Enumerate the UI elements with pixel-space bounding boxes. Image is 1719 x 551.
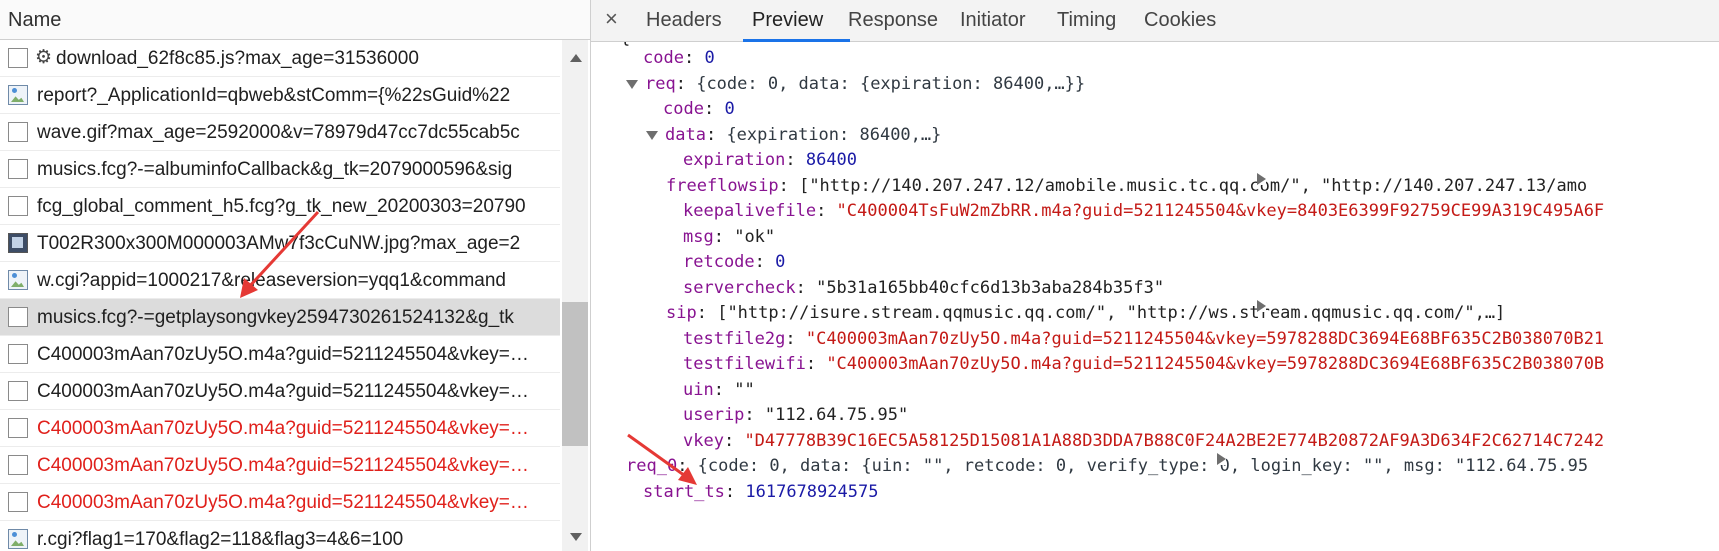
json-req-0[interactable]: req_0: {code: 0, data: {uin: "", retcode…: [626, 453, 1588, 479]
json-servercheck: servercheck: "5b31a165bb40cfc6d13b3aba28…: [683, 278, 1165, 298]
document-icon: [8, 196, 28, 216]
image-file-icon: [8, 270, 28, 290]
scrollbar-thumb[interactable]: [562, 302, 588, 446]
json-vkey: vkey: "D47778B39C16EC5A58125D15081A1A88D…: [683, 431, 1605, 451]
request-name: musics.fcg?-=albuminfoCallback&g_tk=2079…: [37, 159, 513, 180]
json-testfilewifi: testfilewifi: "C400003mAan70zUy5O.m4a?gu…: [683, 354, 1605, 374]
request-row[interactable]: C400003mAan70zUy5O.m4a?guid=5211245504&v…: [0, 447, 560, 484]
json-msg: msg: "ok": [683, 227, 776, 247]
close-icon[interactable]: ×: [605, 6, 618, 32]
name-column-label: Name: [8, 9, 62, 31]
request-name: wave.gif?max_age=2592000&v=78979d47cc7dc…: [37, 122, 520, 143]
tab-response[interactable]: Response: [848, 9, 938, 32]
tab-cookies[interactable]: Cookies: [1144, 9, 1216, 32]
tab-initiator[interactable]: Initiator: [960, 9, 1026, 32]
request-name: T002R300x300M000003AMw7f3cCuNW.jpg?max_a…: [37, 233, 521, 254]
expand-triangle-icon[interactable]: [1257, 173, 1266, 185]
request-name: download_62f8c85.js?max_age=31536000: [56, 48, 419, 69]
image-file-icon: [8, 85, 28, 105]
request-row[interactable]: T002R300x300M000003AMw7f3cCuNW.jpg?max_a…: [0, 225, 560, 262]
request-row[interactable]: C400003mAan70zUy5O.m4a?guid=5211245504&v…: [0, 484, 560, 521]
expand-triangle-icon[interactable]: [1217, 453, 1226, 465]
document-icon: [8, 455, 28, 475]
request-row[interactable]: r.cgi?flag1=170&flag2=118&flag3=4&6=100: [0, 521, 560, 551]
detail-tab-bar: × Headers Preview Response Initiator Tim…: [591, 0, 1719, 42]
json-testfile2g: testfile2g: "C400003mAan70zUy5O.m4a?guid…: [683, 329, 1605, 349]
json-sip[interactable]: sip: ["http://isure.stream.qqmusic.qq.co…: [666, 300, 1505, 326]
json-key: req: [645, 74, 676, 94]
request-row[interactable]: C400003mAan70zUy5O.m4a?guid=5211245504&v…: [0, 373, 560, 410]
gear-icon: [8, 48, 28, 68]
request-name: musics.fcg?-=getplaysongvkey259473026152…: [37, 307, 514, 328]
request-detail-panel: × Headers Preview Response Initiator Tim…: [591, 0, 1719, 551]
json-req-data[interactable]: data: {expiration: 86400,…}: [646, 122, 941, 148]
json-retcode: retcode: 0: [683, 252, 786, 272]
tab-preview[interactable]: Preview: [752, 9, 823, 32]
name-column-header[interactable]: Name: [0, 0, 590, 40]
request-list-scrollbar[interactable]: [562, 40, 588, 551]
document-icon: [8, 307, 28, 327]
collapse-triangle-icon[interactable]: [626, 79, 638, 89]
json-expiration: expiration: 86400: [683, 150, 858, 170]
json-uin: uin: "": [683, 380, 755, 400]
json-start-ts: start_ts: 1617678924575: [643, 482, 879, 502]
json-userip: userip: "112.64.75.95": [683, 405, 909, 425]
expand-triangle-icon[interactable]: [1257, 300, 1266, 312]
request-row[interactable]: wave.gif?max_age=2592000&v=78979d47cc7dc…: [0, 114, 560, 151]
request-row[interactable]: ⚙ download_62f8c85.js?max_age=31536000: [0, 40, 560, 77]
request-row[interactable]: C400003mAan70zUy5O.m4a?guid=5211245504&v…: [0, 410, 560, 447]
json-req-code: code: 0: [663, 99, 735, 119]
json-key: code: [643, 48, 684, 68]
json-preview-tree: { code: 0 req: {code: 0, data: {expirati…: [591, 42, 1719, 551]
json-clipped-line: {: [620, 42, 630, 51]
document-icon: [8, 344, 28, 364]
scroll-down-arrow-icon[interactable]: [570, 533, 582, 541]
document-icon: [8, 381, 28, 401]
request-name: w.cgi?appid=1000217&releaseversion=yqq1&…: [37, 270, 506, 291]
request-row[interactable]: fcg_global_comment_h5.fcg?g_tk_new_20200…: [0, 188, 560, 225]
request-name: C400003mAan70zUy5O.m4a?guid=5211245504&v…: [37, 492, 529, 513]
request-name: C400003mAan70zUy5O.m4a?guid=5211245504&v…: [37, 455, 529, 476]
document-icon: [8, 159, 28, 179]
document-icon: [8, 122, 28, 142]
json-req[interactable]: req: {code: 0, data: {expiration: 86400,…: [626, 71, 1085, 97]
tab-headers[interactable]: Headers: [646, 9, 722, 32]
request-row[interactable]: C400003mAan70zUy5O.m4a?guid=5211245504&v…: [0, 336, 560, 373]
request-rows: ⚙ download_62f8c85.js?max_age=31536000rep…: [0, 40, 560, 551]
json-code: code: 0: [643, 48, 715, 68]
request-name: C400003mAan70zUy5O.m4a?guid=5211245504&v…: [37, 418, 529, 439]
network-request-list: Name ⚙ download_62f8c85.js?max_age=315360…: [0, 0, 591, 551]
request-row[interactable]: w.cgi?appid=1000217&releaseversion=yqq1&…: [0, 262, 560, 299]
request-name: C400003mAan70zUy5O.m4a?guid=5211245504&v…: [37, 381, 529, 402]
request-name: report?_ApplicationId=qbweb&stComm={%22s…: [37, 85, 511, 106]
document-icon: [8, 492, 28, 512]
request-row[interactable]: musics.fcg?-=albuminfoCallback&g_tk=2079…: [0, 151, 560, 188]
request-name: fcg_global_comment_h5.fcg?g_tk_new_20200…: [37, 196, 526, 217]
json-keepalivefile: keepalivefile: "C400004TsFuW2mZbRR.m4a?g…: [683, 201, 1605, 221]
document-icon: [8, 418, 28, 438]
request-row[interactable]: report?_ApplicationId=qbweb&stComm={%22s…: [0, 77, 560, 114]
tab-timing[interactable]: Timing: [1057, 9, 1116, 32]
image-file-icon: [8, 529, 28, 549]
json-freeflowsip[interactable]: freeflowsip: ["http://140.207.247.12/amo…: [666, 173, 1587, 199]
request-name: C400003mAan70zUy5O.m4a?guid=5211245504&v…: [37, 344, 529, 365]
request-row[interactable]: musics.fcg?-=getplaysongvkey259473026152…: [0, 299, 560, 336]
scroll-up-arrow-icon[interactable]: [570, 54, 582, 62]
json-summary: {code: 0, data: {expiration: 86400,…}}: [696, 74, 1086, 94]
collapse-triangle-icon[interactable]: [646, 130, 658, 140]
request-name: r.cgi?flag1=170&flag2=118&flag3=4&6=100: [37, 529, 404, 550]
image-thumbnail-icon: [8, 233, 28, 253]
json-number: 0: [704, 48, 715, 68]
gear-icon: ⚙: [35, 47, 53, 68]
